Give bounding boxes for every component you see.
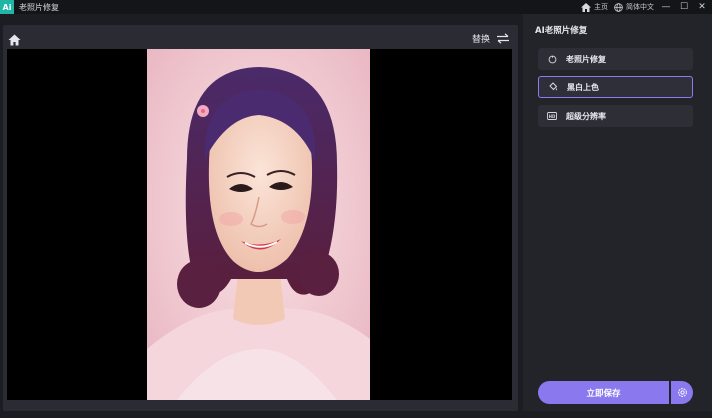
feature-restore-label: 老照片修复 [566, 54, 606, 64]
language-label: 简体中文 [626, 3, 654, 11]
feature-super-resolution-label: 超级分辨率 [566, 111, 606, 121]
side-panel: AI老照片修复 老照片修复 黑白上色 HD 超级分辨率 立即保存 [523, 14, 712, 411]
maximize-button[interactable]: ☐ [678, 1, 690, 13]
home-icon [8, 34, 21, 46]
title-bar-controls: 主页 简体中文 — ☐ ✕ [581, 0, 708, 14]
side-panel-title: AI老照片修复 [535, 26, 588, 36]
swap-icon [497, 32, 509, 44]
replace-label: 替换 [471, 34, 490, 45]
feature-colorize-button[interactable]: 黑白上色 [538, 76, 693, 98]
language-selector[interactable]: 简体中文 [614, 2, 654, 12]
preview-panel: 替换 [3, 25, 518, 411]
gear-icon [677, 388, 687, 397]
globe-icon [614, 2, 623, 12]
save-settings-button[interactable] [671, 381, 693, 404]
home-icon [581, 2, 591, 12]
minimize-button[interactable]: — [660, 1, 672, 13]
app-window: Ai 老照片修复 主页 简体中文 — ☐ ✕ 替换 AI老照片修复 老照片修复 … [0, 0, 712, 418]
feature-super-resolution-button[interactable]: HD 超级分辨率 [538, 105, 693, 127]
svg-text:HD: HD [549, 114, 556, 119]
home-link-label: 主页 [594, 3, 608, 11]
app-title: 老照片修复 [19, 2, 59, 12]
app-logo: Ai [0, 0, 14, 14]
feature-restore-button[interactable]: 老照片修复 [538, 48, 693, 70]
home-link[interactable]: 主页 [581, 2, 608, 12]
paint-bucket-icon [546, 80, 560, 94]
hd-icon: HD [545, 109, 559, 123]
back-home-button[interactable] [8, 31, 22, 46]
title-bar: Ai 老照片修复 主页 简体中文 — ☐ ✕ [0, 0, 712, 14]
image-canvas [7, 49, 512, 400]
feature-colorize-label: 黑白上色 [567, 82, 599, 92]
colorized-portrait-image [147, 49, 370, 400]
replace-image-button[interactable]: 替换 [472, 31, 510, 45]
save-now-button[interactable]: 立即保存 [538, 381, 669, 404]
restore-icon [545, 52, 559, 66]
close-button[interactable]: ✕ [696, 1, 708, 13]
